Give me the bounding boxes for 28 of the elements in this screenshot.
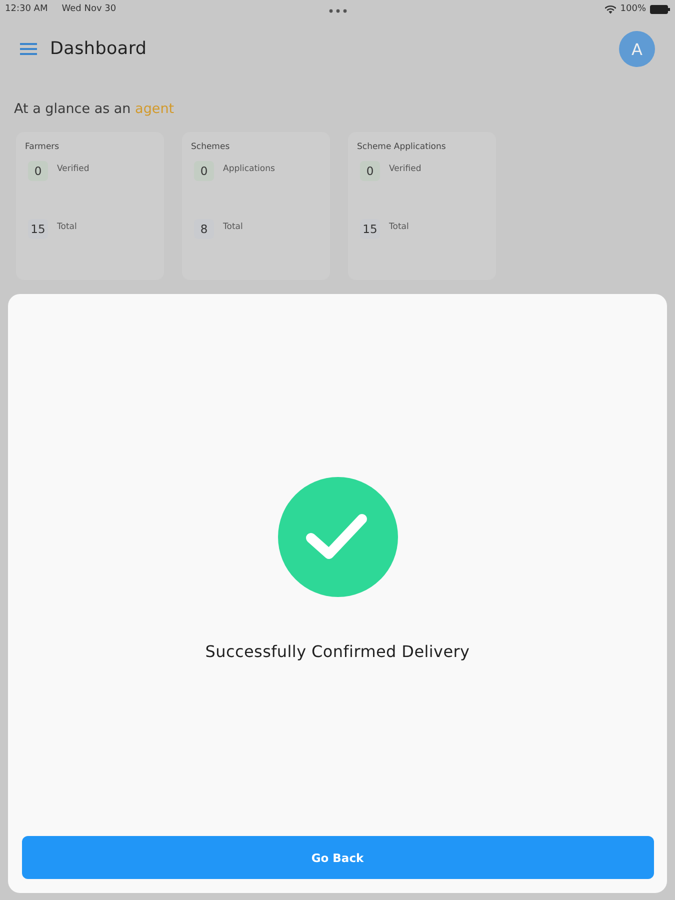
stat-value: 8 [194,219,214,239]
go-back-button[interactable]: Go Back [22,836,654,879]
stat-label: Total [389,222,409,232]
card-title: Scheme Applications [357,142,446,152]
stat-label: Applications [223,164,275,174]
stat-label: Total [57,222,77,232]
card-title: Schemes [191,142,230,152]
stat-label: Verified [57,164,90,174]
user-avatar[interactable]: A [619,31,655,67]
success-check-icon [278,477,398,597]
stat-label: Verified [389,164,422,174]
stat-value: 0 [28,161,48,181]
battery-icon [650,4,670,14]
success-message: Successfully Confirmed Delivery [205,642,470,661]
greeting-text: At a glance as an agent [14,100,174,119]
stat-value: 15 [28,219,48,239]
more-dots-icon[interactable] [329,9,347,13]
battery-percentage: 100% [620,4,646,14]
status-date: Wed Nov 30 [62,4,116,14]
wifi-icon [605,4,616,14]
stat-value: 15 [360,219,380,239]
stat-value: 0 [360,161,380,181]
page-title: Dashboard [50,39,147,59]
stat-value: 0 [194,161,214,181]
status-time: 12:30 AM [5,4,48,14]
card-title: Farmers [25,142,60,152]
menu-icon[interactable] [20,43,37,55]
stat-label: Total [223,222,243,232]
